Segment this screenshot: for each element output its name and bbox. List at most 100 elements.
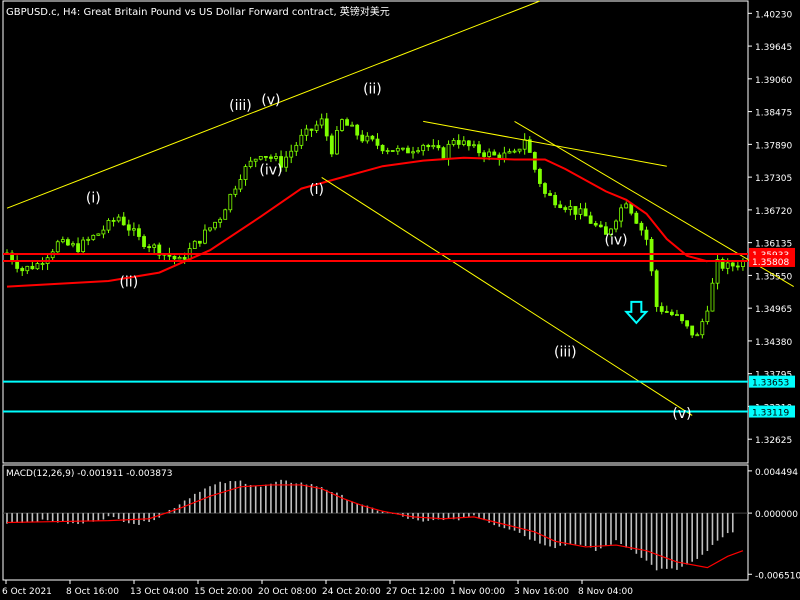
candle-body <box>441 147 446 160</box>
candle-body <box>208 227 212 231</box>
candle-body <box>213 221 217 229</box>
candle-body <box>238 179 243 190</box>
price-tick-label: 1.37305 <box>755 174 792 184</box>
candle-body <box>451 140 456 145</box>
candle-body <box>91 234 96 240</box>
candle-body <box>624 203 629 209</box>
candle-body <box>284 156 289 168</box>
price-level-label: 1.35808 <box>752 258 789 268</box>
candle-body <box>15 260 20 269</box>
candle-body <box>710 282 715 312</box>
macd-signal-line <box>6 484 744 569</box>
main-panel-frame <box>2 0 749 464</box>
candle-body <box>466 140 471 147</box>
candle-body <box>152 244 157 248</box>
candle-body <box>370 135 375 140</box>
time-tick-label: 15 Oct 20:00 <box>194 587 253 597</box>
candle-body <box>659 306 664 312</box>
candle-body <box>334 130 339 155</box>
wave-label: (iv) <box>604 233 627 249</box>
moving-average-line <box>6 156 708 288</box>
candle-body <box>578 208 583 215</box>
candle-body <box>715 259 720 284</box>
macd-tick-label: 0.000000 <box>755 510 798 520</box>
time-tick-label: 1 Nov 00:00 <box>450 587 505 597</box>
candle-body <box>360 134 365 142</box>
candle-body <box>573 206 578 215</box>
candle-body <box>421 144 426 152</box>
candle-body <box>289 150 294 158</box>
price-tick-label: 1.32625 <box>755 436 792 446</box>
candle-body <box>365 135 370 142</box>
candle-body <box>147 246 152 248</box>
candle-body <box>619 207 624 222</box>
candle-body <box>319 118 324 126</box>
time-tick-label: 20 Oct 08:00 <box>258 587 317 597</box>
candle-body <box>436 145 441 149</box>
candle-body <box>76 243 80 253</box>
candle-body <box>482 152 486 157</box>
candle-body <box>126 224 131 231</box>
candle-body <box>639 222 644 231</box>
candle-body <box>675 314 679 316</box>
candle-body <box>380 144 385 152</box>
candle-body <box>106 220 111 231</box>
candle-body <box>345 119 349 126</box>
price-tick-label: 1.39645 <box>755 43 792 53</box>
macd-tick-label: 0.004494 <box>755 468 798 478</box>
candle-body <box>218 218 223 223</box>
candle-body <box>228 193 233 211</box>
candle-body <box>192 240 197 249</box>
candle-body <box>512 150 517 153</box>
candle-body <box>690 325 695 336</box>
price-tick-label: 1.36720 <box>755 207 792 217</box>
candle-body <box>553 194 558 206</box>
candle-body <box>446 143 451 160</box>
chart-canvas[interactable]: 1.40230 1.39645 1.39060 1.38475 1.37890 1.373… <box>0 0 800 600</box>
candle-body <box>477 144 481 154</box>
candle-body <box>294 144 299 152</box>
candle-body <box>456 140 461 145</box>
candle-body <box>248 160 253 167</box>
candle-body <box>390 150 395 152</box>
wave-label: (ii) <box>119 275 138 291</box>
candle-body <box>649 239 654 272</box>
candle-body <box>685 320 689 327</box>
candle-body <box>416 150 421 153</box>
candle-body <box>532 152 537 170</box>
price-tick-label: 1.34380 <box>755 338 792 348</box>
candle-body <box>563 207 568 210</box>
wave-label: (ii) <box>363 81 382 97</box>
candle-body <box>329 135 334 155</box>
candle-body <box>568 206 573 210</box>
candle-body <box>223 209 228 220</box>
candle-body <box>375 138 380 146</box>
candle-body <box>507 151 512 154</box>
candle-body <box>258 156 263 160</box>
candle-body <box>614 220 618 230</box>
candle-body <box>583 208 588 217</box>
price-tick-label: 1.38475 <box>755 109 792 119</box>
candle-body <box>598 224 603 228</box>
candle-body <box>644 229 649 240</box>
wave-label: (i) <box>86 191 101 207</box>
candle-body <box>40 263 45 265</box>
price-tick-label: 1.39060 <box>755 76 792 86</box>
candle-body <box>111 220 116 222</box>
candle-body <box>20 268 25 272</box>
candle-body <box>411 151 415 154</box>
candle-body <box>588 215 593 224</box>
candle-body <box>548 193 552 196</box>
candle-body <box>669 311 674 316</box>
candle-body <box>116 216 121 222</box>
candle-body <box>725 262 730 269</box>
price-tick-label: 1.40230 <box>755 10 792 20</box>
candle-body <box>558 204 563 209</box>
candle-body <box>25 265 30 272</box>
candle-body <box>395 147 400 152</box>
candle-body <box>487 151 492 157</box>
candle-body <box>324 118 329 137</box>
time-tick-label: 13 Oct 04:00 <box>130 587 189 597</box>
time-tick-label: 24 Oct 20:00 <box>322 587 381 597</box>
candle-body <box>400 147 405 150</box>
